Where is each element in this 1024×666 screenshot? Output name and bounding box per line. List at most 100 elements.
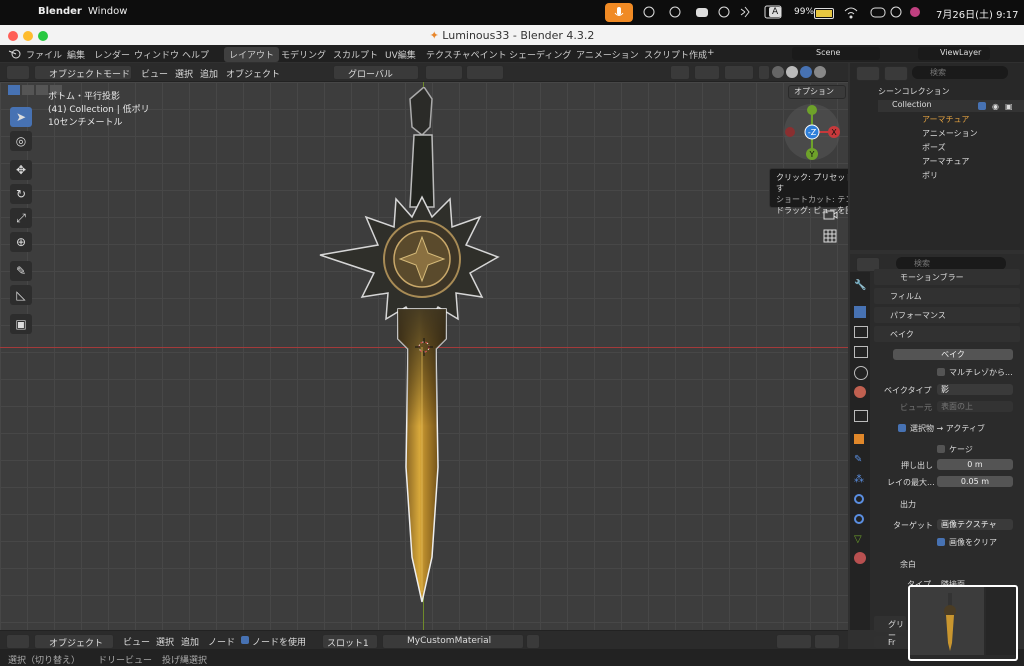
output-tab-icon[interactable]	[854, 326, 868, 338]
outliner-display-mode-button[interactable]	[884, 66, 908, 81]
tab-scripting[interactable]: スクリプト作成	[644, 48, 707, 61]
bake-type-select[interactable]: 影	[937, 384, 1013, 395]
data-tab-icon[interactable]: ▽	[854, 534, 862, 545]
screenshot-thumbnail[interactable]	[908, 585, 1018, 661]
target-select[interactable]: 画像テクスチャ	[937, 519, 1013, 530]
select-box-tool-icon[interactable]: ➤	[10, 107, 32, 127]
node-menu-view[interactable]: ビュー	[123, 635, 150, 648]
cage-checkbox[interactable]	[937, 445, 945, 453]
node-editor-type-button[interactable]	[6, 634, 30, 649]
panel-film[interactable]: フィルム	[874, 288, 1020, 304]
pivot-selector[interactable]	[425, 65, 463, 80]
material-selector[interactable]: MyCustomMaterial	[382, 634, 524, 649]
outliner-row-mesh[interactable]: ポリ	[922, 170, 938, 181]
add-workspace-button[interactable]: +	[707, 48, 715, 58]
perspective-toggle-icon[interactable]	[821, 227, 839, 245]
outliner-search-input[interactable]: 検索	[912, 66, 1008, 79]
tab-modeling[interactable]: モデリング	[281, 48, 326, 61]
viewport-menu-select[interactable]: 選択	[175, 67, 193, 80]
measure-tool-icon[interactable]: ◺	[10, 285, 32, 305]
slot-selector[interactable]: スロット1	[322, 634, 378, 649]
extrusion-field[interactable]: 0 m	[937, 459, 1013, 470]
viewport-menu-add[interactable]: 追加	[200, 67, 218, 80]
pin-icon[interactable]	[526, 634, 540, 649]
selected-to-active-checkbox[interactable]	[898, 424, 906, 432]
battery-icon[interactable]	[814, 8, 834, 19]
node-menu-select[interactable]: 選択	[156, 635, 174, 648]
input-source-indicator[interactable]: A	[769, 7, 782, 17]
outliner-row-pose[interactable]: ポーズ	[922, 142, 946, 153]
scene-selector[interactable]: Scene	[792, 47, 880, 60]
use-nodes-checkbox[interactable]	[241, 636, 249, 644]
outliner-row-animation[interactable]: アニメーション	[922, 128, 978, 139]
viewport-menu-view[interactable]: ビュー	[141, 67, 168, 80]
physics-tab-icon[interactable]	[854, 494, 864, 504]
node-menu-add[interactable]: 追加	[181, 635, 199, 648]
select-extend-icon[interactable]	[22, 85, 34, 95]
scene-collection-label[interactable]: シーンコレクション	[878, 86, 950, 97]
shading-mode-buttons[interactable]	[772, 66, 844, 78]
tab-layout[interactable]: レイアウト	[224, 47, 280, 62]
navigation-gizmo[interactable]: -Z X Y	[780, 100, 844, 164]
node-menu-node[interactable]: ノード	[208, 635, 235, 648]
tab-sculpt[interactable]: スカルプト	[333, 48, 378, 61]
bake-button[interactable]: ベイク	[893, 349, 1013, 360]
panel-freestyle[interactable]: Fr	[874, 636, 906, 648]
overlay-toggle[interactable]	[724, 65, 754, 80]
scene-tab-icon[interactable]	[854, 366, 868, 380]
menu-help[interactable]: ヘルプ	[182, 48, 209, 61]
mode-selector[interactable]: オブジェクトモード	[34, 65, 132, 80]
particles-tab-icon[interactable]: ⁂	[854, 474, 864, 485]
transform-tool-icon[interactable]: ⊕	[10, 232, 32, 252]
gizmo-toggle[interactable]	[694, 65, 720, 80]
margin-subpanel-label[interactable]: 余白	[900, 559, 916, 570]
3d-viewport[interactable]: ➤ ◎ ✥ ↻ ⤢ ⊕ ✎ ◺ ▣ ボトム・平行投影 (41) Collecti…	[0, 82, 848, 630]
collection-tab-icon[interactable]	[854, 410, 868, 422]
menu-render[interactable]: レンダー	[94, 48, 130, 61]
panel-performance[interactable]: パフォーマンス	[874, 307, 1020, 323]
viewport-menu-object[interactable]: オブジェクト	[226, 67, 280, 80]
outliner-row-armature[interactable]: アーマチュア	[922, 114, 969, 125]
move-tool-icon[interactable]: ✥	[10, 160, 32, 180]
window-menu[interactable]: Window	[88, 6, 127, 17]
tab-animation[interactable]: アニメーション	[576, 48, 639, 61]
camera-icon[interactable]: ▣	[1005, 102, 1013, 111]
output-subpanel-label[interactable]: 出力	[900, 499, 916, 510]
xray-toggle[interactable]	[758, 65, 770, 80]
render-tab-icon[interactable]	[854, 306, 866, 318]
rendered-shading-icon[interactable]	[814, 66, 826, 78]
outliner-editor-type-button[interactable]	[856, 66, 880, 81]
tab-texture-paint[interactable]: テクスチャペイント	[426, 48, 507, 61]
snapping-toggle[interactable]	[466, 65, 504, 80]
add-cube-tool-icon[interactable]: ▣	[10, 314, 32, 334]
clear-image-checkbox[interactable]	[937, 538, 945, 546]
tool-tab-icon[interactable]: 🔧	[854, 280, 866, 291]
tab-shading[interactable]: シェーディング	[509, 48, 571, 61]
menu-window[interactable]: ウィンドウ	[134, 48, 179, 61]
material-shading-icon[interactable]	[800, 66, 812, 78]
rotate-tool-icon[interactable]: ↻	[10, 184, 32, 204]
app-name-menu[interactable]: Blender	[38, 6, 82, 17]
view-from-select[interactable]: 表面の上	[937, 401, 1013, 412]
world-tab-icon[interactable]	[854, 386, 866, 398]
node-snap-toggle[interactable]	[776, 634, 812, 649]
select-subtract-icon[interactable]	[36, 85, 48, 95]
modifier-tab-icon[interactable]: ✎	[854, 454, 862, 465]
multires-checkbox[interactable]	[937, 368, 945, 376]
select-new-icon[interactable]	[8, 85, 20, 95]
wireframe-shading-icon[interactable]	[772, 66, 784, 78]
panel-bake[interactable]: ベイク	[874, 326, 1020, 342]
node-object-selector[interactable]: オブジェクト	[34, 634, 114, 649]
node-overlay-toggle[interactable]	[814, 634, 840, 649]
max-ray-field[interactable]: 0.05 m	[937, 476, 1013, 487]
transform-orientation-selector[interactable]: グローバル	[333, 65, 419, 80]
visibility-toggle[interactable]	[670, 65, 690, 80]
blender-logo-icon[interactable]	[8, 48, 22, 59]
tab-uv-editing[interactable]: UV編集	[385, 48, 416, 61]
solid-shading-icon[interactable]	[786, 66, 798, 78]
outliner-row-armature-data[interactable]: アーマチュア	[922, 156, 969, 167]
annotate-tool-icon[interactable]: ✎	[10, 261, 32, 281]
menubar-clock[interactable]: 7月26日(土) 9:17	[936, 6, 1019, 21]
menu-file[interactable]: ファイル	[26, 48, 62, 61]
outliner-visibility-icons[interactable]: ◉ ▣	[978, 101, 1018, 111]
